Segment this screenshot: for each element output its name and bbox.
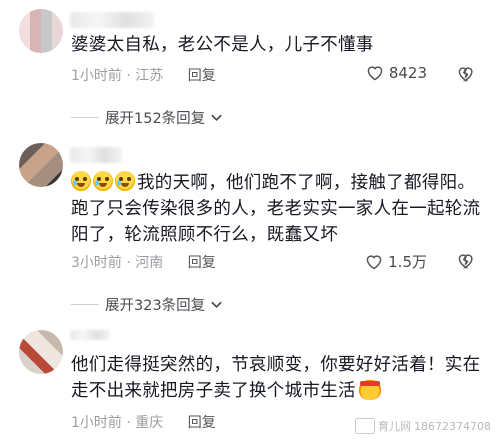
like-count: 1.5万	[388, 253, 427, 271]
crying-emoji-icon	[115, 171, 135, 191]
like-button[interactable]: 8423	[366, 64, 427, 82]
divider	[71, 117, 99, 118]
reply-button[interactable]: 回复	[188, 255, 216, 271]
avatar[interactable]	[19, 330, 63, 374]
angry-face-emoji-icon	[358, 380, 381, 400]
broken-heart-icon[interactable]	[457, 66, 475, 82]
avatar[interactable]	[19, 9, 63, 53]
heart-outline-icon	[367, 66, 383, 81]
expand-replies-button[interactable]: 展开323条回复	[71, 294, 222, 315]
expand-replies-button[interactable]: 展开152条回复	[71, 107, 222, 128]
comment-meta: 1小时前 · 重庆 回复	[71, 415, 216, 431]
comment-text: 我的天啊，他们跑不了啊，接触了都得阳。跑了只会传染很多的人，老老实实一家人在一起…	[71, 170, 483, 248]
chevron-down-icon	[211, 301, 222, 308]
expand-replies-label: 展开152条回复	[105, 111, 206, 127]
watermark-id: 18672374708	[414, 419, 491, 433]
username-blurred[interactable]	[70, 147, 122, 163]
crying-emoji-icon	[71, 171, 91, 191]
comment-time: 1小时前	[71, 68, 122, 84]
like-count: 8423	[388, 64, 427, 82]
avatar[interactable]	[19, 143, 63, 187]
username-blurred[interactable]	[70, 330, 110, 340]
comment-text-body: 他们走得挺突然的，节哀顺变，你要好好活着！实在走不出来就把房子卖了换个城市生活	[71, 355, 481, 401]
watermark: 育儿网 18672374708	[355, 418, 491, 434]
chevron-down-icon	[211, 114, 222, 121]
comment-location: 重庆	[135, 415, 164, 431]
comment-meta: 3小时前 · 河南 回复	[71, 255, 216, 271]
expand-replies-label: 展开323条回复	[105, 298, 206, 314]
comment-time: 3小时前	[71, 255, 122, 271]
comment-location: 江苏	[135, 68, 164, 84]
reply-button[interactable]: 回复	[188, 68, 216, 84]
crying-emoji-icon	[93, 171, 113, 191]
username-blurred[interactable]	[70, 12, 154, 28]
watermark-site: 育儿网	[378, 420, 412, 433]
comment-meta: 1小时前 · 江苏 回复	[71, 68, 216, 84]
site-logo-icon	[355, 418, 376, 434]
comment-text: 他们走得挺突然的，节哀顺变，你要好好活着！实在走不出来就把房子卖了换个城市生活	[71, 352, 483, 404]
heart-outline-icon	[366, 254, 382, 269]
comment-text: 婆婆太自私，老公不是人，儿子不懂事	[71, 35, 374, 55]
divider	[71, 304, 99, 305]
broken-heart-icon[interactable]	[457, 253, 475, 269]
comment-time: 1小时前	[71, 415, 122, 431]
reply-button[interactable]: 回复	[188, 415, 216, 431]
like-button[interactable]: 1.5万	[365, 251, 427, 272]
comment-location: 河南	[135, 255, 164, 271]
